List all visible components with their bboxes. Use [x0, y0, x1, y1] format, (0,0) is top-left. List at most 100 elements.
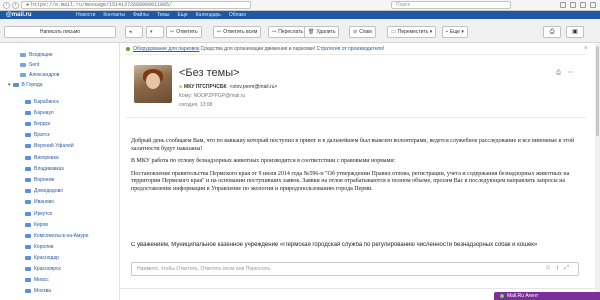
folder-icon [25, 199, 31, 204]
mailru-logo[interactable]: @mail.ru [6, 12, 76, 18]
compose-button[interactable]: Написать письмо [4, 26, 116, 38]
message-sender[interactable]: ■ МКУ ПГСПРЧСБК <otov.perm@mail.ru> [179, 84, 277, 90]
portal-link-contacts[interactable]: Контакты [103, 12, 125, 18]
spam-button[interactable]: ⊘ Спам [349, 26, 376, 38]
browser-toolbar: ‹ › ● https://e.mail.ru/message/151413726… [0, 0, 600, 11]
folder-alexandrov[interactable]: Александров [0, 70, 59, 80]
folder-icon [25, 255, 31, 260]
browser-search-input[interactable]: Поиск [391, 1, 511, 9]
forward-icon[interactable]: › [12, 1, 19, 9]
message-body: Добрый день сообщаем Вам, что по вавкашу… [131, 138, 581, 198]
fullscreen-button[interactable]: ▣ [566, 26, 584, 38]
folder-label: Королев [34, 244, 54, 250]
folder-city[interactable]: Иваново [0, 197, 54, 207]
scrollbar-thumb[interactable] [596, 46, 599, 136]
folder-city[interactable]: Вихоревка [0, 153, 59, 163]
print-button[interactable]: ⎙ [543, 26, 561, 38]
address-bar[interactable]: ● https://e.mail.ru/message/1514137266000… [21, 1, 251, 9]
menu-icon[interactable] [590, 2, 596, 8]
message-header-icons: ⎙ ⋯ [555, 70, 574, 77]
folder-city[interactable]: Королев [0, 242, 54, 252]
folder-label: Владикавказ [34, 166, 64, 172]
folder-city[interactable]: Домодедово [0, 186, 63, 196]
reply-all-button[interactable]: ↩ Ответить всем [213, 26, 262, 38]
folder-icon [25, 121, 31, 126]
folder-city[interactable]: Красноярск [0, 264, 61, 274]
portal-link-news[interactable]: Новости [76, 12, 95, 18]
folder-icon [25, 244, 31, 249]
ad-title[interactable]: Оборудование для парковок [133, 46, 199, 52]
move-label: Переместить [397, 29, 429, 35]
back-to-list-button[interactable]: ◂ [125, 26, 143, 38]
delete-button[interactable]: 🗑 Удалить [304, 26, 340, 38]
more-icon: ▪ [446, 29, 448, 35]
attach-icon[interactable]: ⌇ [556, 265, 559, 272]
folder-city[interactable]: Верхний Уфалей [0, 141, 74, 151]
move-button[interactable]: ▭ Переместить ▾ [387, 26, 437, 38]
folder-city[interactable]: Владикавказ [0, 164, 64, 174]
print-small-icon[interactable]: ⎙ [555, 70, 562, 77]
folder-city[interactable]: Братск [0, 130, 50, 140]
expand-arrow-icon[interactable]: ▾ [8, 82, 11, 88]
ad-link[interactable]: Стратегия от производителя! [317, 46, 385, 52]
folder-inbox[interactable]: Входящие [0, 50, 53, 60]
reply-icons: ☺ ⌇ ⤢ [545, 265, 569, 272]
ad-banner[interactable]: Оборудование для парковок Средства для о… [126, 44, 586, 55]
more-button[interactable]: ▪ Еще ▾ [442, 26, 468, 38]
arrow-left-icon: ◂ [129, 29, 132, 35]
folder-icon [25, 132, 31, 137]
star-icon[interactable] [560, 2, 566, 8]
folder-city[interactable]: Киров [0, 220, 48, 230]
folder-icon [25, 99, 31, 104]
browser-icons [560, 2, 596, 8]
portal-link-more[interactable]: Еще [177, 12, 187, 18]
folder-icon [20, 62, 26, 67]
folder-icon [25, 222, 31, 227]
reply-button[interactable]: ↩ Ответить [166, 26, 202, 38]
flag-icon[interactable]: ■ [179, 84, 182, 90]
window-icon: ▣ [572, 29, 578, 35]
expand-icon[interactable]: ⤢ [564, 265, 569, 272]
folder-label: Sent [29, 62, 40, 68]
next-message-button[interactable]: ▾ [146, 26, 164, 38]
quick-reply-field[interactable]: Нажмите, чтобы Ответить, Ответить всем и… [131, 262, 579, 276]
close-icon[interactable]: × [584, 46, 588, 52]
folder-city[interactable]: Воронеж [0, 175, 55, 185]
back-icon[interactable]: ‹ [3, 1, 10, 9]
folder-city[interactable]: Москва [0, 286, 51, 296]
folder-city[interactable]: Миасс [0, 275, 49, 285]
download-icon[interactable] [570, 2, 576, 8]
portal-link-cloud[interactable]: Облако [229, 12, 246, 18]
portal-link-calendar[interactable]: Календарь [196, 12, 221, 18]
folder-label: Бердск [34, 121, 51, 127]
folder-label: Барнаул [34, 110, 54, 116]
message-recipient: Кому: NOOPZPPGP@mail.ru [179, 93, 246, 99]
forward-button[interactable]: ↪ Переслать [268, 26, 308, 38]
folder-group-cities[interactable]: ▾ В Города [0, 80, 43, 90]
ad-text: Средства для организации движения и парк… [200, 46, 316, 52]
folder-label: Иркутск [34, 211, 53, 217]
forward-arrow-icon: ↪ [272, 29, 277, 35]
folder-city[interactable]: Иркутск [0, 209, 52, 219]
folder-city[interactable]: Барабинск [0, 97, 59, 107]
folder-city[interactable]: Бердск [0, 119, 50, 129]
folder-city[interactable]: Барнаул [0, 108, 54, 118]
portal-link-themes[interactable]: Темы [157, 12, 170, 18]
mail-agent-bar[interactable]: Mail.Ru Агент [494, 292, 600, 300]
folder-city[interactable]: Краснодар [0, 253, 59, 263]
sender-avatar [134, 65, 172, 103]
folder-city[interactable]: Комсомольск-на-Амуре [0, 231, 89, 241]
header-divider [126, 117, 586, 118]
folder-sent[interactable]: Sent [0, 60, 39, 70]
folder-label: Комсомольск-на-Амуре [34, 233, 89, 239]
message-paragraph: В МКУ работа по отлову безнадзорных живо… [131, 158, 396, 164]
avatar-face [146, 73, 160, 89]
emoji-icon[interactable]: ☺ [545, 265, 551, 272]
home-icon[interactable] [580, 2, 586, 8]
more-small-icon[interactable]: ⋯ [567, 70, 574, 77]
folder-icon [12, 82, 19, 87]
online-status-icon [500, 293, 504, 298]
reply-all-label: Ответить всем [223, 29, 258, 35]
forward-label: Переслать [278, 29, 304, 35]
portal-link-files[interactable]: Файлы [133, 12, 149, 18]
